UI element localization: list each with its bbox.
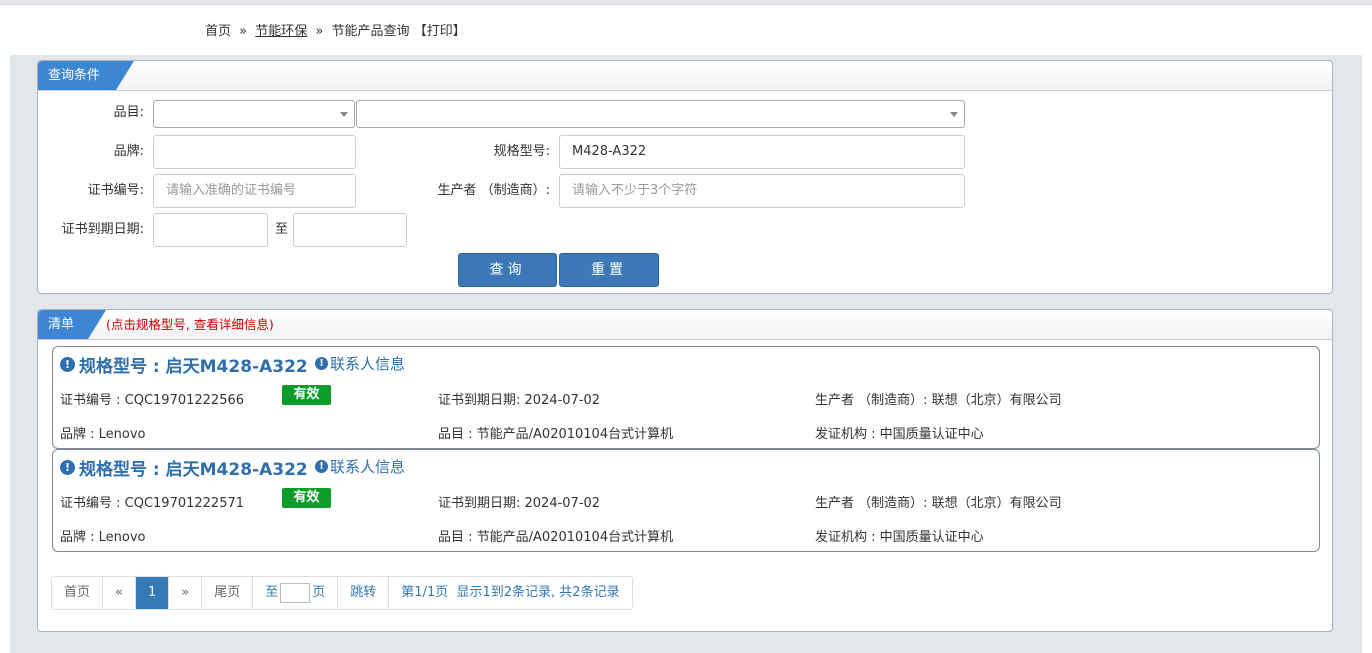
- issuer: 发证机构 : 中国质量认证中心: [815, 530, 984, 545]
- exclamation-circle-icon: !: [315, 460, 328, 473]
- chevron-down-icon: [340, 112, 348, 117]
- cert-no-label: 证书编号:: [87, 183, 144, 198]
- reset-button[interactable]: 重置: [559, 253, 659, 287]
- producer-label: 生产者 （制造商）:: [437, 183, 550, 198]
- chevron-down-icon: [950, 112, 958, 117]
- page-summary: 第1/1页 显示1到2条记录, 共2条记录: [389, 577, 631, 609]
- expiry-from-input[interactable]: [153, 213, 268, 247]
- status-badge: 有效: [282, 488, 331, 508]
- category-select-primary[interactable]: [153, 100, 355, 128]
- list-item: ! 规格型号 : 启天M428-A322 ! 联系人信息 证书编号 : CQC1…: [52, 346, 1320, 449]
- top-border: [0, 0, 1372, 5]
- goto-prefix: 至: [265, 585, 279, 600]
- query-panel-header: 查询条件: [38, 61, 1332, 91]
- model-title-text: 规格型号 : 启天M428-A322: [79, 357, 308, 377]
- page-info: 第1/1页: [401, 585, 449, 600]
- model-input[interactable]: M428-A322: [559, 135, 965, 169]
- record-summary: 显示1到2条记录, 共2条记录: [456, 585, 620, 600]
- brand: 品牌 : Lenovo: [60, 427, 146, 442]
- exclamation-circle-icon: !: [60, 460, 75, 475]
- query-panel-title: 查询条件: [38, 61, 134, 90]
- expiry-label: 证书到期日期:: [61, 222, 144, 237]
- brand-label: 品牌:: [113, 144, 144, 159]
- list-hint: (点击规格型号, 查看详细信息): [106, 317, 274, 332]
- model-title-link[interactable]: ! 规格型号 : 启天M428-A322: [60, 455, 308, 480]
- model-title-link[interactable]: ! 规格型号 : 启天M428-A322: [60, 352, 308, 377]
- cert-number: 证书编号 : CQC19701222571: [60, 496, 245, 511]
- cert-number: 证书编号 : CQC19701222566: [60, 393, 245, 408]
- exclamation-circle-icon: !: [315, 357, 328, 370]
- expiry-to-input[interactable]: [293, 213, 407, 247]
- query-panel: 查询条件 品目: 品牌: 规格型号: M428-A322 证书编号: 请输入准确…: [37, 60, 1333, 294]
- category: 品目 : 节能产品/A02010104台式计算机: [438, 530, 674, 545]
- breadcrumb-current: 节能产品查询: [331, 24, 410, 39]
- expiry-date: 证书到期日期: 2024-07-02: [438, 393, 601, 408]
- list-panel: 清单 (点击规格型号, 查看详细信息) ! 规格型号 : 启天M428-A322…: [37, 309, 1333, 632]
- list-item: ! 规格型号 : 启天M428-A322 ! 联系人信息 证书编号 : CQC1…: [52, 449, 1320, 552]
- issuer: 发证机构 : 中国质量认证中心: [815, 427, 984, 442]
- producer: 生产者 （制造商）: 联想（北京）有限公司: [815, 496, 1062, 511]
- goto-suffix: 页: [312, 585, 326, 600]
- prev-page-button[interactable]: «: [103, 577, 136, 609]
- status-badge: 有效: [282, 385, 331, 405]
- jump-button[interactable]: 跳转: [338, 577, 390, 609]
- category-label: 品目:: [113, 105, 144, 120]
- breadcrumb-home[interactable]: 首页: [205, 24, 231, 39]
- contact-info-text: 联系人信息: [330, 355, 406, 373]
- breadcrumb-separator: »: [315, 24, 324, 39]
- producer: 生产者 （制造商）: 联想（北京）有限公司: [815, 393, 1062, 408]
- contact-info-link[interactable]: ! 联系人信息: [315, 353, 405, 374]
- model-label: 规格型号:: [493, 144, 550, 159]
- search-button[interactable]: 查询: [458, 253, 557, 287]
- brand: 品牌 : Lenovo: [60, 530, 146, 545]
- first-page-button[interactable]: 首页: [52, 577, 104, 609]
- breadcrumb-section[interactable]: 节能环保: [255, 24, 307, 39]
- contact-info-link[interactable]: ! 联系人信息: [315, 456, 405, 477]
- print-link[interactable]: 【打印】: [414, 24, 466, 39]
- category-select-secondary[interactable]: [356, 100, 965, 128]
- page-1-button[interactable]: 1: [135, 577, 170, 609]
- next-page-button[interactable]: »: [169, 577, 203, 609]
- cert-no-input[interactable]: 请输入准确的证书编号: [153, 174, 356, 208]
- brand-input[interactable]: [153, 135, 356, 169]
- breadcrumb: 首页 » 节能环保 » 节能产品查询 【打印】: [205, 20, 466, 39]
- producer-input[interactable]: 请输入不少于3个字符: [559, 174, 965, 208]
- contact-info-text: 联系人信息: [330, 458, 406, 476]
- breadcrumb-separator: »: [239, 24, 248, 39]
- category: 品目 : 节能产品/A02010104台式计算机: [438, 427, 674, 442]
- expiry-date: 证书到期日期: 2024-07-02: [438, 496, 601, 511]
- pagination: 首页 « 1 » 尾页 至页 跳转 第1/1页 显示1到2条记录, 共2条记录: [51, 576, 633, 610]
- list-panel-header: 清单 (点击规格型号, 查看详细信息): [38, 310, 1332, 340]
- last-page-button[interactable]: 尾页: [202, 577, 254, 609]
- goto-page-group: 至页: [253, 577, 339, 609]
- expiry-to-label: 至: [274, 222, 288, 237]
- content-area: 查询条件 品目: 品牌: 规格型号: M428-A322 证书编号: 请输入准确…: [10, 55, 1362, 653]
- list-panel-title: 清单: [38, 310, 106, 339]
- model-title-text: 规格型号 : 启天M428-A322: [79, 460, 308, 480]
- exclamation-circle-icon: !: [60, 357, 75, 372]
- goto-page-input[interactable]: [280, 582, 311, 603]
